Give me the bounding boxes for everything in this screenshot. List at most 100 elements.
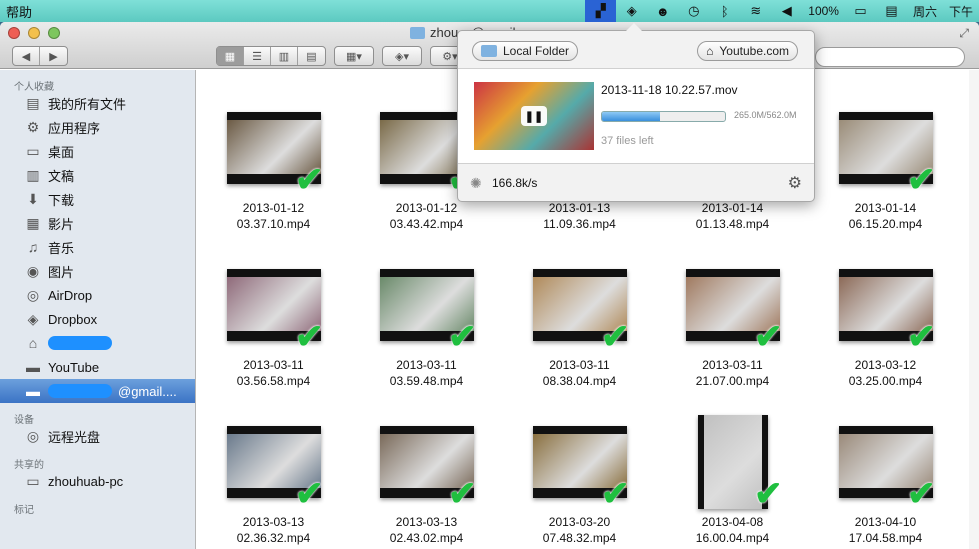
synced-check-icon: ✔ [295, 318, 324, 356]
synced-check-icon: ✔ [295, 161, 324, 199]
sidebar-item[interactable]: ◉ 图片 [0, 259, 195, 283]
file-item[interactable]: ✔ 2013-03-11 03.56.58.mp4 [197, 257, 350, 389]
sidebar-item-label: 影片 [48, 216, 75, 232]
time-machine-icon[interactable]: ◷ [678, 0, 709, 22]
clock-day[interactable]: 周六 [907, 3, 943, 20]
file-name-line2: 01.13.48.mp4 [695, 217, 770, 231]
file-name-line1: 2013-03-12 [854, 358, 917, 372]
sidebar-item[interactable]: ▭ 桌面 [0, 139, 195, 163]
fullscreen-icon[interactable]: ⤢ [959, 26, 969, 41]
gear-icon[interactable]: ⚙ [788, 173, 802, 193]
file-name: 2013-03-11 21.07.00.mp4 [696, 357, 769, 389]
file-name-line1: 2013-01-12 [242, 201, 305, 215]
file-name: 2013-03-13 02.36.32.mp4 [237, 514, 310, 546]
file-name: 2013-01-13 11.09.36.mp4 [543, 200, 616, 232]
sidebar-item[interactable]: ♫ 音乐 [0, 235, 195, 259]
search-field[interactable] [815, 47, 965, 67]
file-name: 2013-03-11 03.59.48.mp4 [390, 357, 463, 389]
arrange-button[interactable]: ▦▾ [334, 46, 374, 66]
sidebar-item-label: YouTube [48, 359, 100, 375]
file-name-line2: 08.38.04.mp4 [542, 374, 617, 388]
back-button[interactable]: ◀ [13, 47, 40, 65]
file-item[interactable]: ✔ 2013-04-08 16.00.04.mp4 [656, 414, 809, 546]
youtube-button[interactable]: ⌂ Youtube.com [697, 41, 798, 61]
sidebar-item[interactable]: ▦ 影片 [0, 211, 195, 235]
file-item[interactable]: ✔ 2013-03-13 02.43.02.mp4 [350, 414, 503, 546]
desktop-icon: ▭ [26, 142, 40, 159]
flag-icon[interactable]: ▤ [876, 0, 907, 22]
help-menu[interactable]: 帮助 [0, 2, 32, 21]
file-item[interactable]: ✔ 2013-03-20 07.48.32.mp4 [503, 414, 656, 546]
airdrop-icon: ◎ [26, 286, 40, 303]
synced-check-icon: ✔ [601, 475, 630, 513]
dropbox-button[interactable]: ◈▾ [382, 46, 422, 66]
sidebar-item[interactable]: ▬ @gmail.... [0, 379, 195, 403]
sidebar-item[interactable]: ▭ zhouhuab-pc [0, 469, 195, 493]
computer-icon: ▭ [26, 472, 40, 489]
redacted-name [48, 336, 112, 350]
file-name: 2013-01-14 06.15.20.mp4 [849, 200, 922, 232]
file-item[interactable]: ✔ 2013-03-12 03.25.00.mp4 [809, 257, 962, 389]
list-view-button[interactable]: ☰ [244, 47, 271, 65]
wifi-icon[interactable]: ≋ [740, 0, 771, 22]
sidebar-item[interactable]: ▤ 我的所有文件 [0, 91, 195, 115]
synced-check-icon: ✔ [295, 475, 324, 513]
upload-speed: 166.8k/s [492, 176, 538, 190]
file-name-line2: 03.25.00.mp4 [848, 374, 923, 388]
volume-icon[interactable]: ◀ [771, 0, 802, 22]
files-left: 37 files left [601, 135, 654, 147]
scroll-edge [969, 70, 979, 549]
file-item[interactable]: ✔ 2013-04-10 17.04.58.mp4 [809, 414, 962, 546]
column-view-button[interactable]: ▥ [271, 47, 298, 65]
pause-icon[interactable]: ❚❚ [521, 106, 547, 126]
file-item[interactable]: ✔ 2013-03-11 21.07.00.mp4 [656, 257, 809, 389]
coverflow-view-button[interactable]: ▤ [298, 47, 325, 65]
close-button[interactable] [8, 27, 20, 39]
battery-percent[interactable]: 100% [802, 4, 845, 18]
local-folder-button[interactable]: Local Folder [472, 41, 579, 61]
file-item[interactable]: ✔ 2013-03-11 03.59.48.mp4 [350, 257, 503, 389]
pictures-icon: ◉ [26, 262, 40, 279]
file-name-line1: 2013-04-10 [854, 515, 917, 529]
home-icon: ⌂ [28, 335, 38, 351]
forward-button[interactable]: ▶ [40, 47, 67, 65]
sidebar-item-label: 远程光盘 [48, 429, 101, 445]
file-name-line2: 17.04.58.mp4 [848, 531, 923, 545]
file-name-line2: 21.07.00.mp4 [695, 374, 770, 388]
file-name-line1: 2013-03-11 [702, 358, 763, 372]
sidebar-item[interactable]: ▥ 文稿 [0, 163, 195, 187]
synced-check-icon: ✔ [754, 318, 783, 356]
battery-icon[interactable]: ▭ [845, 0, 876, 22]
clock-time[interactable]: 下午 [943, 3, 979, 20]
sidebar-item[interactable]: ⚙ 应用程序 [0, 115, 195, 139]
file-item[interactable]: ✔ 2013-03-13 02.36.32.mp4 [197, 414, 350, 546]
folder-icon [481, 45, 497, 57]
thumbnail-image [703, 414, 762, 509]
file-name-line1: 2013-03-20 [548, 515, 611, 529]
home-icon: ⌂ [706, 44, 714, 58]
sidebar-item[interactable]: ⬇ 下载 [0, 187, 195, 211]
minimize-button[interactable] [28, 27, 40, 39]
file-item[interactable]: ✔ 2013-03-11 08.38.04.mp4 [503, 257, 656, 389]
sidebar-item[interactable]: ◎ 远程光盘 [0, 424, 195, 448]
spinner-icon: ✺ [470, 175, 482, 191]
file-thumbnail-wrap: ✔ [838, 100, 936, 197]
sidebar-item[interactable]: ▬ YouTube [0, 355, 195, 379]
file-item[interactable]: ✔ 2013-01-14 06.15.20.mp4 [809, 100, 962, 232]
file-name: 2013-04-08 16.00.04.mp4 [696, 514, 769, 546]
bluetooth-icon[interactable]: ᛒ [709, 0, 740, 22]
file-item[interactable]: ✔ 2013-01-12 03.37.10.mp4 [197, 100, 350, 232]
folder-icon [410, 26, 425, 39]
music-icon: ♫ [27, 239, 39, 255]
sidebar-item[interactable]: ⌂ [0, 331, 195, 355]
sidebar-item[interactable]: ◎ AirDrop [0, 283, 195, 307]
file-name-line1: 2013-01-12 [395, 201, 458, 215]
icon-view-button[interactable]: ▦ [217, 47, 244, 65]
qq-icon[interactable]: ☻ [647, 0, 678, 22]
sidebar-item-label: @gmail.... [118, 383, 177, 399]
dropbox-status-icon[interactable]: ▞ [585, 0, 617, 22]
zoom-button[interactable] [48, 27, 60, 39]
synced-check-icon: ✔ [907, 475, 936, 513]
sidebar-item[interactable]: ◈ Dropbox [0, 307, 195, 331]
dropbox-menu-icon[interactable]: ◈ [616, 0, 647, 22]
